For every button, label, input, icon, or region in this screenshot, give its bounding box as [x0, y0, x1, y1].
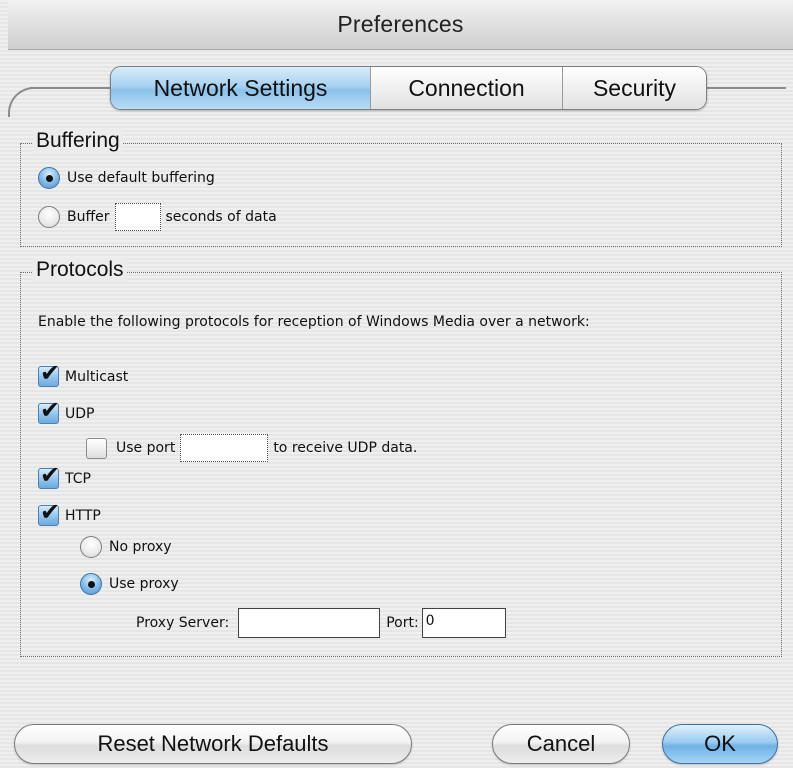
tab-bar: Network Settings Connection Security — [110, 66, 707, 110]
tab-divider-left — [30, 87, 112, 89]
udp-port-suffix: to receive UDP data. — [273, 440, 418, 456]
proxy-server-label: Proxy Server: — [136, 615, 230, 631]
multicast-label: Multicast — [65, 368, 129, 385]
http-checkbox[interactable] — [38, 498, 60, 526]
use-proxy-label: Use proxy — [109, 576, 179, 592]
preferences-window: Preferences Network Settings Connection … — [0, 0, 793, 768]
tab-network-settings[interactable]: Network Settings — [111, 67, 371, 109]
buffer-seconds-input[interactable] — [114, 203, 161, 231]
custom-buffering-radio[interactable] — [38, 206, 60, 228]
no-proxy-radio[interactable] — [80, 536, 102, 558]
udp-port-option[interactable]: Use port to receive UDP data. — [86, 434, 417, 462]
udp-checkbox[interactable] — [38, 396, 60, 424]
use-proxy-radio[interactable] — [80, 573, 102, 595]
multicast-option[interactable]: Multicast — [38, 359, 129, 387]
default-buffering-option[interactable]: Use default buffering — [38, 167, 215, 189]
http-label: HTTP — [65, 507, 101, 524]
reset-network-defaults-button[interactable]: Reset Network Defaults — [14, 724, 412, 764]
no-proxy-option[interactable]: No proxy — [80, 536, 172, 558]
tab-divider-right — [706, 87, 786, 89]
no-proxy-label: No proxy — [109, 539, 172, 555]
udp-option[interactable]: UDP — [38, 396, 95, 424]
tcp-checkbox[interactable] — [38, 461, 60, 489]
default-buffering-label: Use default buffering — [67, 170, 215, 186]
use-proxy-option[interactable]: Use proxy — [80, 573, 179, 595]
proxy-port-label: Port: — [386, 615, 419, 631]
udp-port-input[interactable] — [180, 434, 269, 462]
http-option[interactable]: HTTP — [38, 498, 101, 526]
buffer-seconds-label: seconds of data — [165, 209, 277, 225]
ok-button[interactable]: OK — [662, 724, 778, 764]
proxy-settings-row: Proxy Server: Port: 0 — [136, 608, 511, 638]
buffer-label: Buffer — [67, 209, 110, 225]
tab-connection[interactable]: Connection — [371, 67, 563, 109]
udp-port-checkbox[interactable] — [86, 437, 107, 459]
protocols-description-text: Enable the following protocols for recep… — [38, 314, 590, 330]
custom-buffering-option[interactable]: Buffer seconds of data — [38, 203, 277, 231]
cancel-button[interactable]: Cancel — [492, 724, 630, 764]
default-buffering-radio[interactable] — [38, 167, 60, 189]
udp-port-label: Use port — [116, 440, 176, 456]
tcp-option[interactable]: TCP — [38, 461, 91, 489]
multicast-checkbox[interactable] — [38, 359, 60, 387]
udp-label: UDP — [65, 405, 95, 422]
buffering-group — [20, 143, 782, 247]
tab-frame — [8, 87, 38, 117]
title-bar[interactable]: Preferences — [8, 0, 793, 50]
window-title: Preferences — [337, 11, 464, 37]
buffering-title: Buffering — [33, 129, 123, 153]
protocols-description: Enable the following protocols for recep… — [38, 314, 590, 330]
proxy-server-input[interactable] — [238, 608, 381, 638]
protocols-title: Protocols — [33, 258, 127, 282]
proxy-port-input[interactable]: 0 — [421, 608, 506, 638]
tcp-label: TCP — [65, 470, 91, 487]
tab-security[interactable]: Security — [563, 67, 706, 109]
